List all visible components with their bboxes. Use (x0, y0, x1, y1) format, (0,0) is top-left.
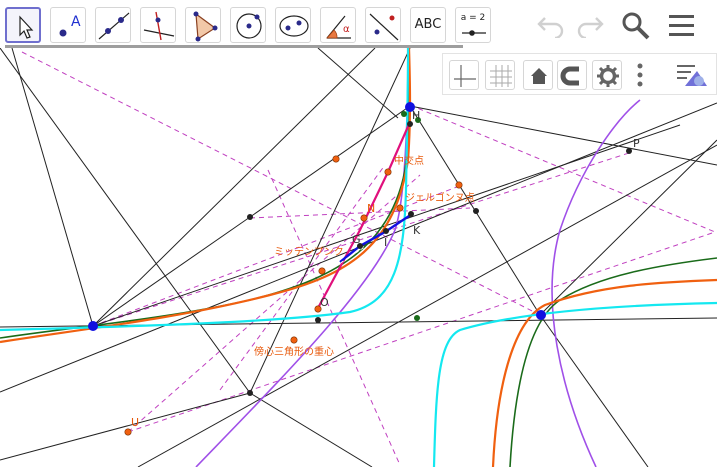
orange-curve (0, 48, 412, 344)
svg-text:α: α (343, 24, 350, 35)
dashed-line (409, 104, 716, 233)
label-N: N (367, 202, 375, 215)
dashed-lines (21, 51, 716, 466)
ellipse-icon (279, 15, 309, 37)
label-K: K (413, 224, 421, 237)
line (409, 105, 717, 166)
label-nine-point: 中交点 (394, 154, 424, 167)
point[interactable] (401, 111, 407, 117)
angle-tool-button[interactable]: α (320, 7, 356, 43)
point[interactable] (455, 181, 463, 189)
style-bar-toggle-icon[interactable] (675, 61, 711, 89)
magnet-icon (560, 66, 579, 86)
construction: H P N G I K O U 中交点 ジェルゴンヌ点 ミッテンプンク 傍心三角… (0, 48, 717, 467)
cyan-curve (432, 301, 717, 467)
line-icon (98, 12, 130, 40)
redo-icon[interactable] (572, 12, 606, 38)
label-P: P (633, 137, 640, 150)
line (92, 48, 376, 327)
grid-toggle-button[interactable] (485, 60, 515, 90)
move-tool-button[interactable] (5, 7, 41, 43)
grid-icon (490, 65, 512, 87)
point[interactable] (332, 155, 340, 163)
gear-icon (597, 65, 619, 87)
point-capturing-button[interactable] (557, 60, 587, 90)
point-I[interactable] (383, 228, 389, 234)
point[interactable] (473, 208, 479, 214)
reflect-tool-button[interactable] (365, 7, 401, 43)
polygon-tool-button[interactable] (185, 7, 221, 43)
dashed-line (127, 174, 421, 433)
point-tool-button[interactable]: A (50, 7, 86, 43)
angle-icon: α (326, 15, 351, 39)
vertex-point[interactable] (536, 310, 546, 320)
more-options-icon[interactable] (635, 62, 645, 90)
line (249, 392, 373, 467)
label-H: H (412, 109, 420, 122)
vertex-point[interactable] (88, 321, 98, 331)
slider-icon (462, 30, 486, 36)
undo-icon[interactable] (535, 12, 569, 38)
cursor-arrow-icon (19, 15, 34, 39)
ellipse-tool-button[interactable] (275, 7, 311, 43)
perpendicular-tool-button[interactable] (140, 7, 176, 43)
search-icon[interactable] (620, 10, 652, 42)
point[interactable] (318, 267, 326, 275)
perpendicular-line-icon (143, 11, 175, 41)
point[interactable] (247, 214, 253, 220)
dashed-line (92, 151, 633, 327)
green-curve (0, 48, 410, 339)
line-tool-button[interactable] (95, 7, 131, 43)
axes-icon (454, 65, 476, 87)
polygon-icon (193, 11, 218, 42)
point-U[interactable] (124, 428, 132, 436)
label-gergonne: ジェルゴンヌ点 (405, 191, 475, 204)
orange-curves (0, 48, 717, 467)
green-curve (509, 257, 717, 467)
point-N[interactable] (360, 214, 368, 222)
point-K[interactable] (408, 211, 414, 217)
slider-tool-button[interactable]: a = 2 (455, 7, 491, 43)
point[interactable] (315, 317, 321, 323)
annotation-labels: 中交点 ジェルゴンヌ点 ミッテンプンク 傍心三角形の重心 (254, 154, 475, 358)
axes-toggle-button[interactable] (449, 60, 479, 90)
home-icon (531, 68, 547, 84)
label-mittenpunkt: ミッテンプンク (274, 246, 344, 258)
line (11, 48, 94, 327)
point[interactable] (290, 336, 298, 344)
dashed-line (249, 207, 471, 219)
point[interactable] (384, 168, 392, 176)
point[interactable] (247, 390, 253, 396)
svg-text:A: A (71, 14, 81, 30)
line (317, 48, 399, 119)
label-U: U (131, 416, 139, 429)
menu-icon[interactable] (667, 12, 697, 40)
toolbar-scrollbar[interactable] (5, 45, 463, 48)
point-P[interactable] (626, 148, 632, 154)
reflect-about-line-icon (369, 13, 399, 41)
graphics-settings-button[interactable] (592, 60, 622, 90)
label-I: I (384, 236, 387, 249)
blue-points (88, 102, 546, 331)
home-view-button[interactable] (523, 60, 553, 90)
point-labels: H P N G I K O U (131, 109, 640, 429)
label-O: O (320, 296, 329, 309)
circle-icon (236, 13, 262, 39)
point[interactable] (396, 204, 404, 212)
text-tool-button[interactable]: ABC (410, 7, 446, 43)
point[interactable] (414, 315, 420, 321)
style-bar (442, 53, 717, 95)
label-excentral: 傍心三角形の重心 (254, 345, 334, 358)
line (539, 139, 717, 316)
geogebra-app: H P N G I K O U 中交点 ジェルゴンヌ点 ミッテンプンク 傍心三角… (0, 0, 717, 467)
circle-tool-button[interactable] (230, 7, 266, 43)
text-tool-label: ABC (414, 17, 442, 32)
label-G: G (352, 233, 361, 246)
point-icon: A (59, 14, 81, 37)
toolbar: A α ABC a = 2 (0, 0, 717, 48)
